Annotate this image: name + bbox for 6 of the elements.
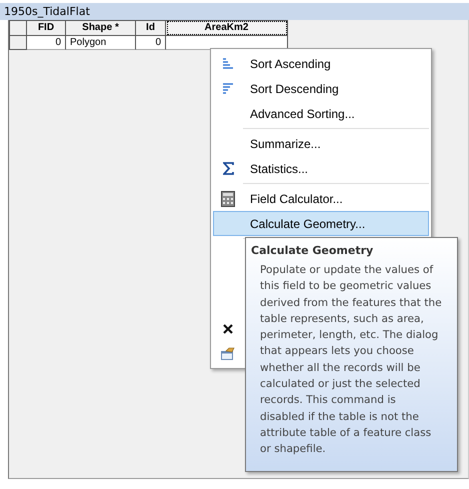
window-title: 1950s_TidalFlat xyxy=(0,3,469,20)
table-cell: 0 xyxy=(27,36,66,50)
tooltip-text: Populate or update the values of this field to be geometric values derived from the features that the table represents, such as area, perimeter, length, etc. The dialog that appears lets you choose whether all the records will be calculated or just the selected records. This command is disabled if the table is not the attribute table of a feature class or shapefile. xyxy=(259,263,443,458)
tooltip-title: Calculate Geometry xyxy=(251,244,374,257)
table-cell: 0 xyxy=(136,36,166,50)
table-cell: Polygon xyxy=(66,36,136,50)
